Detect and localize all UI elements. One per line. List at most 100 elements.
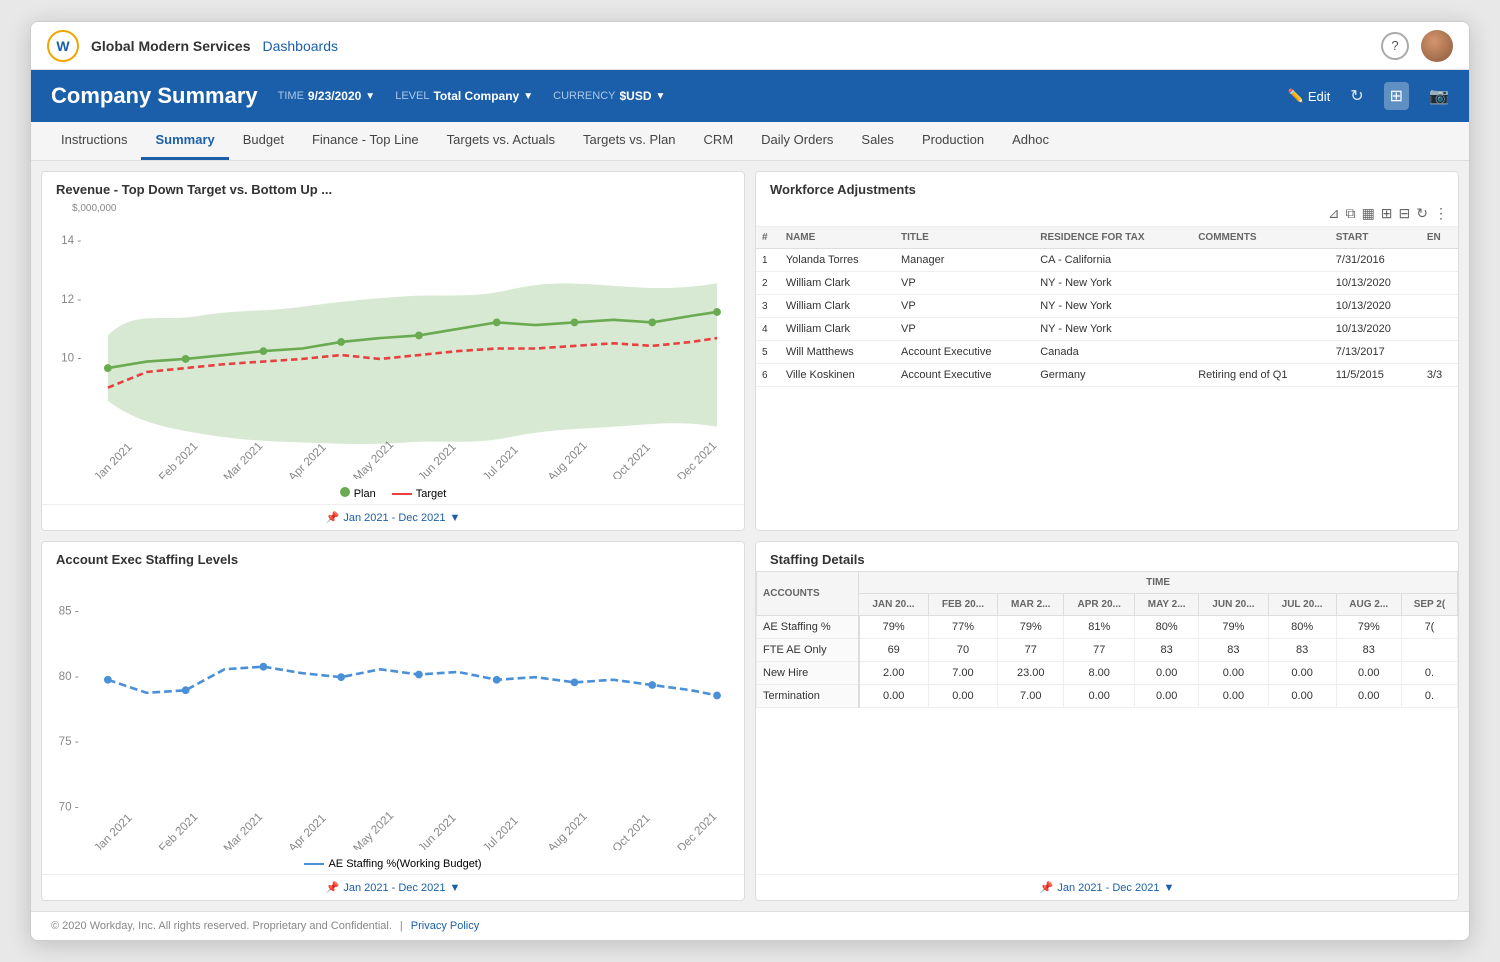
staffing-date-filter[interactable]: 📌 Jan 2021 - Dec 2021 ▼ (42, 874, 744, 900)
staffing-details-table: ACCOUNTS TIME JAN 20...FEB 20...MAR 2...… (756, 571, 1458, 874)
camera-icon[interactable]: 📷 (1429, 86, 1449, 106)
col-start: START (1330, 227, 1421, 249)
svg-text:Jul 2021: Jul 2021 (480, 443, 520, 479)
tabs-bar: InstructionsSummaryBudgetFinance - Top L… (31, 122, 1469, 161)
grid-view-icon[interactable]: ⊞ (1384, 82, 1409, 110)
staffing-col-MAR-2---: MAR 2... (998, 594, 1064, 616)
table-row: 5 Will Matthews Account Executive Canada… (756, 341, 1458, 364)
footer-copyright: © 2020 Workday, Inc. All rights reserved… (51, 920, 392, 932)
time-filter[interactable]: TIME 9/23/2020 ▼ (278, 89, 376, 103)
refresh-wf-icon[interactable]: ↻ (1416, 205, 1428, 222)
tab-adhoc[interactable]: Adhoc (998, 122, 1063, 160)
svg-text:Jan 2021: Jan 2021 (92, 811, 135, 850)
svg-text:75 -: 75 - (59, 735, 79, 748)
more-icon[interactable]: ⋮ (1434, 205, 1448, 222)
list-item: New Hire2.007.0023.008.000.000.000.000.0… (757, 662, 1458, 685)
svg-text:Jul 2021: Jul 2021 (480, 814, 520, 850)
revenue-legend: Plan Target (42, 483, 744, 504)
save-icon[interactable]: ⊟ (1399, 205, 1411, 222)
plan-dot (182, 355, 190, 363)
edit-button[interactable]: ✏️ Edit (1288, 88, 1331, 104)
ae-dot (104, 676, 112, 684)
workforce-panel: Workforce Adjustments ⊿ ⧉ ▦ ⊞ ⊟ ↻ ⋮ # NA… (755, 171, 1459, 531)
svg-text:Feb 2021: Feb 2021 (156, 440, 200, 479)
copy-icon[interactable]: ⧉ (1346, 205, 1356, 222)
svg-text:Dec 2021: Dec 2021 (675, 439, 719, 479)
col-name: NAME (780, 227, 895, 249)
privacy-policy-link[interactable]: Privacy Policy (411, 920, 479, 932)
staffing-legend: AE Staffing %(Working Budget) (42, 854, 744, 874)
header-bar: Company Summary TIME 9/23/2020 ▼ LEVEL T… (31, 70, 1469, 122)
tab-targets-vs-actuals[interactable]: Targets vs. Actuals (433, 122, 569, 160)
accounts-col-header: ACCOUNTS (757, 572, 859, 616)
plan-dot (415, 332, 423, 340)
plan-dot (648, 318, 656, 326)
revenue-chart-panel: Revenue - Top Down Target vs. Bottom Up … (41, 171, 745, 531)
svg-text:85 -: 85 - (59, 604, 79, 617)
svg-text:12 -: 12 - (61, 293, 81, 306)
col-comments: COMMENTS (1192, 227, 1330, 249)
export-icon[interactable]: ⊞ (1381, 205, 1393, 222)
tab-crm[interactable]: CRM (690, 122, 748, 160)
time-col-header: TIME (859, 572, 1458, 594)
table-row: 1 Yolanda Torres Manager CA - California… (756, 249, 1458, 272)
tab-production[interactable]: Production (908, 122, 998, 160)
ae-dot (337, 673, 345, 681)
svg-text:Oct 2021: Oct 2021 (610, 812, 653, 850)
list-item: FTE AE Only6970777783838383 (757, 639, 1458, 662)
refresh-icon[interactable]: ↻ (1350, 86, 1363, 106)
ae-dot (571, 678, 579, 686)
filter-pin-icon3: 📌 (1040, 881, 1054, 894)
ae-dot (415, 671, 423, 679)
help-icon[interactable]: ? (1381, 32, 1409, 60)
workforce-title: Workforce Adjustments (756, 172, 1458, 201)
svg-text:Mar 2021: Mar 2021 (221, 810, 265, 850)
workforce-toolbar: ⊿ ⧉ ▦ ⊞ ⊟ ↻ ⋮ (756, 201, 1458, 227)
table-icon[interactable]: ▦ (1362, 205, 1375, 222)
main-content: Revenue - Top Down Target vs. Bottom Up … (31, 161, 1469, 911)
svg-text:80 -: 80 - (59, 670, 79, 683)
tab-summary[interactable]: Summary (141, 122, 228, 160)
plan-dot (493, 318, 501, 326)
svg-text:Jun 2021: Jun 2021 (416, 811, 459, 850)
dashboards-link[interactable]: Dashboards (263, 38, 339, 54)
workday-logo: W (47, 30, 79, 62)
svg-text:Mar 2021: Mar 2021 (221, 440, 265, 479)
svg-text:Aug 2021: Aug 2021 (545, 439, 589, 479)
y-axis-label: $,000,000 (42, 201, 744, 214)
svg-text:May 2021: May 2021 (351, 438, 396, 479)
svg-text:Jan 2021: Jan 2021 (92, 440, 135, 479)
tab-instructions[interactable]: Instructions (47, 122, 141, 160)
tab-budget[interactable]: Budget (229, 122, 298, 160)
top-nav: W Global Modern Services Dashboards ? (31, 22, 1469, 70)
tab-targets-vs-plan[interactable]: Targets vs. Plan (569, 122, 690, 160)
currency-filter[interactable]: CURRENCY $USD ▼ (553, 89, 665, 103)
staffing-svg: 85 - 80 - 75 - 70 - (56, 575, 730, 850)
tab-finance-top-line[interactable]: Finance - Top Line (298, 122, 433, 160)
staffing-details-date-filter[interactable]: 📌 Jan 2021 - Dec 2021 ▼ (756, 874, 1458, 900)
ae-dot (713, 692, 721, 700)
staffing-col-SEP-2-: SEP 2( (1401, 594, 1457, 616)
plan-legend-dot (340, 487, 350, 497)
revenue-date-filter[interactable]: 📌 Jan 2021 - Dec 2021 ▼ (42, 504, 744, 530)
ae-dot (259, 663, 267, 671)
svg-text:Oct 2021: Oct 2021 (610, 441, 653, 479)
col-title: TITLE (895, 227, 1034, 249)
staffing-col-JUL-20---: JUL 20... (1268, 594, 1336, 616)
filter-icon[interactable]: ⊿ (1328, 205, 1340, 222)
tab-sales[interactable]: Sales (847, 122, 908, 160)
staffing-chart-area: 85 - 80 - 75 - 70 - (42, 571, 744, 854)
svg-text:14 -: 14 - (61, 234, 81, 247)
ae-dot (648, 681, 656, 689)
pencil-icon: ✏️ (1288, 88, 1304, 104)
col-num: # (756, 227, 780, 249)
table-row: 3 William Clark VP NY - New York 10/13/2… (756, 295, 1458, 318)
level-filter[interactable]: LEVEL Total Company ▼ (395, 89, 533, 103)
svg-text:10 -: 10 - (61, 352, 81, 365)
svg-text:Aug 2021: Aug 2021 (545, 810, 589, 850)
svg-text:Jun 2021: Jun 2021 (416, 440, 459, 479)
tab-daily-orders[interactable]: Daily Orders (747, 122, 847, 160)
revenue-chart-area: 14 - 12 - 10 - (42, 214, 744, 483)
staffing-col-MAY-2---: MAY 2... (1135, 594, 1199, 616)
plan-dot (571, 318, 579, 326)
